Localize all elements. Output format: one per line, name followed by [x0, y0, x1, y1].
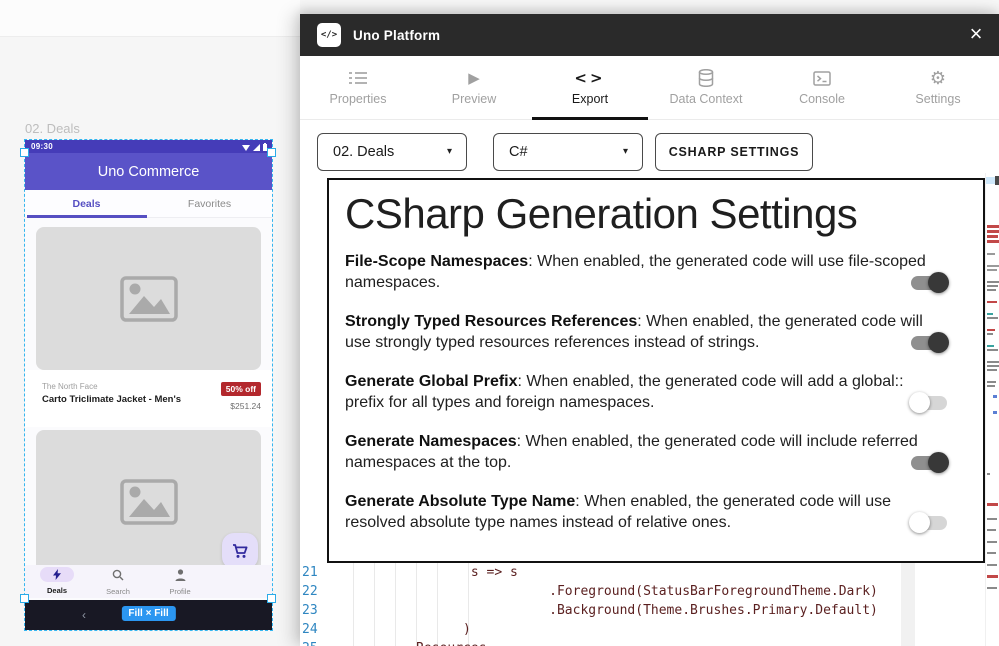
product-info-row[interactable]: The North Face Carto Triclimate Jacket -…	[25, 370, 272, 427]
active-tab-underline	[27, 215, 147, 218]
tab-console[interactable]: Console	[764, 56, 880, 120]
toggle-strongly-typed-resources[interactable]	[909, 332, 949, 354]
csharp-settings-modal: CSharp Generation Settings File-Scope Na…	[327, 178, 985, 563]
nav-label: Profile	[155, 587, 205, 596]
nav-label: Deals	[32, 586, 82, 595]
artboard-label: 02. Deals	[25, 121, 80, 136]
code-lines: 21 s => s 22 .Foreground(StatusBarForegr…	[300, 563, 900, 646]
profile-icon	[175, 569, 186, 581]
tab-data-context[interactable]: Data Context	[648, 56, 764, 120]
toggle-generate-global-prefix[interactable]	[909, 392, 949, 414]
tab-properties[interactable]: Properties	[300, 56, 416, 120]
device-size-bar: ‹ Fill × Fill	[25, 600, 272, 630]
background-strip	[0, 0, 300, 37]
app-title: Uno Commerce	[98, 164, 200, 180]
phone-preview[interactable]: 09:30 Uno Commerce Deals Favorites The N…	[25, 140, 272, 630]
bolt-icon	[53, 569, 61, 580]
code-minimap[interactable]	[985, 173, 999, 646]
nav-label: Search	[93, 587, 143, 596]
setting-strongly-typed-resources: Strongly Typed Resources References: Whe…	[345, 311, 930, 353]
editor-scrollbar[interactable]	[901, 563, 915, 646]
tab-favorites[interactable]: Favorites	[148, 190, 271, 218]
image-placeholder-icon	[120, 479, 178, 525]
selection-handle[interactable]	[20, 594, 29, 603]
app-tab-bar: Deals Favorites	[25, 190, 272, 218]
product-card[interactable]	[36, 227, 261, 370]
status-icons	[242, 142, 267, 151]
toggle-generate-absolute-type-name[interactable]	[909, 512, 949, 534]
tab-settings[interactable]: ⚙ Settings	[880, 56, 996, 120]
setting-generate-namespaces: Generate Namespaces: When enabled, the g…	[345, 431, 930, 473]
setting-generate-global-prefix: Generate Global Prefix: When enabled, th…	[345, 371, 930, 413]
active-tab-underline	[532, 117, 648, 121]
selection-handle[interactable]	[267, 594, 276, 603]
database-icon	[648, 65, 764, 91]
tab-preview[interactable]: ▶ Preview	[416, 56, 532, 120]
cart-fab[interactable]	[222, 533, 258, 569]
play-icon: ▶	[416, 65, 532, 91]
code-logo-icon: </>	[317, 23, 341, 47]
code-brackets-icon: <>	[532, 65, 648, 91]
nav-item-search[interactable]: Search	[93, 567, 143, 596]
back-chevron-icon[interactable]: ‹	[82, 608, 86, 622]
code-line: 25 Resources	[300, 639, 900, 646]
setting-generate-absolute-type-name: Generate Absolute Type Name: When enable…	[345, 491, 930, 533]
tab-deals[interactable]: Deals	[25, 190, 148, 218]
bottom-nav: Deals Search Profile	[25, 565, 272, 598]
product-price: $251.24	[230, 401, 261, 411]
toggle-file-scope-namespaces[interactable]	[909, 272, 949, 294]
minimap-scrollbar-thumb[interactable]	[995, 176, 999, 185]
modal-title: CSharp Generation Settings	[345, 190, 857, 238]
panel-titlebar: </> Uno Platform ×	[300, 14, 999, 56]
status-time: 09:30	[31, 142, 53, 151]
screen-select[interactable]: 02. Deals ▾	[317, 133, 467, 171]
app-header: Uno Commerce	[25, 153, 272, 190]
code-line: 23 .Background(Theme.Brushes.Primary.Def…	[300, 601, 900, 620]
tab-export[interactable]: <> Export	[532, 56, 648, 120]
list-icon	[300, 65, 416, 91]
signal-icon	[253, 144, 260, 151]
export-toolbar: 02. Deals ▾ C# ▾ CSHARP SETTINGS	[300, 133, 999, 171]
fill-size-badge[interactable]: Fill × Fill	[121, 606, 175, 621]
chevron-down-icon: ▾	[447, 146, 452, 157]
screen: 02. Deals 09:30 Uno Commerce Deals Favor…	[0, 0, 999, 646]
chevron-down-icon: ▾	[623, 146, 628, 157]
selection-handle[interactable]	[267, 148, 276, 157]
panel-title: Uno Platform	[353, 28, 440, 43]
toggle-generate-namespaces[interactable]	[909, 452, 949, 474]
selection-handle[interactable]	[20, 148, 29, 157]
status-bar: 09:30	[25, 140, 272, 153]
nav-item-profile[interactable]: Profile	[155, 567, 205, 596]
language-select[interactable]: C# ▾	[493, 133, 643, 171]
code-line: 24 )	[300, 620, 900, 639]
cart-icon	[232, 544, 248, 559]
gear-icon: ⚙	[880, 65, 996, 91]
discount-badge: 50% off	[221, 382, 261, 396]
product-brand: The North Face	[42, 382, 98, 391]
setting-file-scope-namespaces: File-Scope Namespaces: When enabled, the…	[345, 251, 930, 293]
panel-tab-bar: Properties ▶ Preview <> Export Data Cont…	[300, 56, 999, 120]
product-name: Carto Triclimate Jacket - Men's	[42, 394, 181, 405]
nav-item-deals[interactable]: Deals	[32, 567, 82, 595]
code-line: 22 .Foreground(StatusBarForegroundTheme.…	[300, 582, 900, 601]
close-icon[interactable]: ×	[961, 20, 991, 50]
csharp-settings-button[interactable]: CSHARP SETTINGS	[655, 133, 813, 171]
terminal-icon	[764, 65, 880, 91]
wifi-icon	[242, 145, 250, 151]
code-line: 21 s => s	[300, 563, 900, 582]
image-placeholder-icon	[120, 276, 178, 322]
search-icon	[112, 569, 124, 581]
